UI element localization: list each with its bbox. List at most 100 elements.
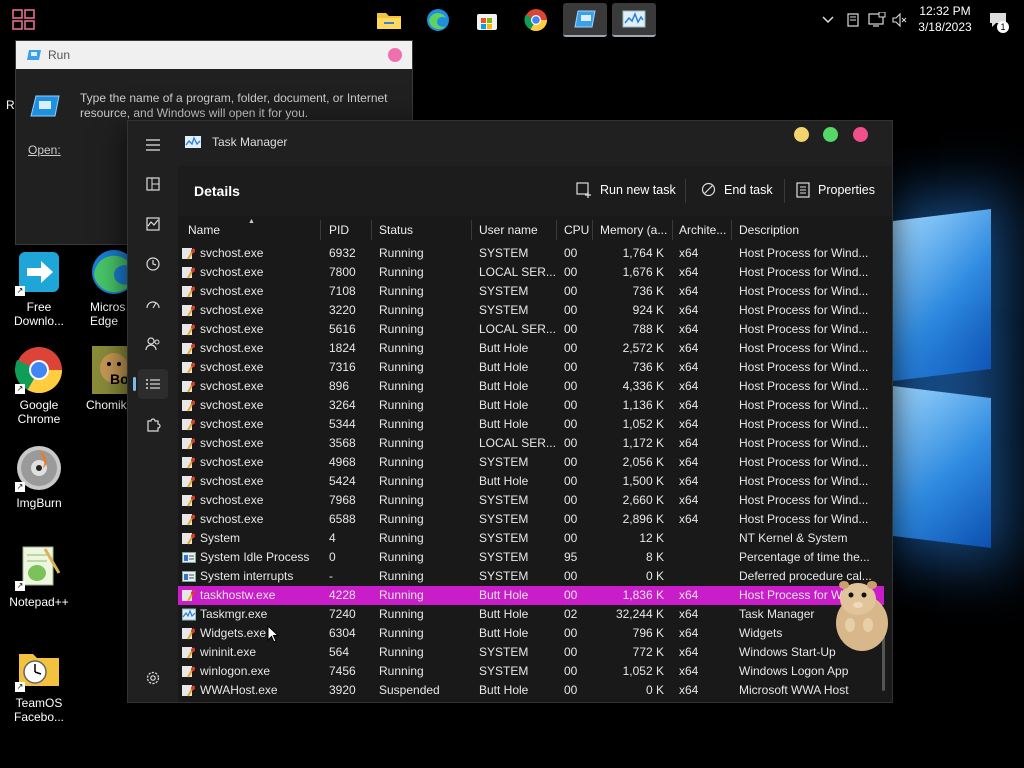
col-memory[interactable]: Memory (a... [600,223,667,237]
run-new-task-button[interactable]: Run new task [576,182,676,198]
col-cpu[interactable]: CPU [564,223,589,237]
table-row[interactable]: System Idle Process 0 Running SYSTEM 95 8 K Pe… [178,548,884,567]
col-description[interactable]: Description [739,223,799,237]
table-row[interactable]: svchost.exe 7108 Running SYSTEM 00 736 K x64 Ho… [178,282,884,301]
desktop-icon-chomik[interactable]: Bo Chomik [86,346,132,412]
table-row[interactable]: Widgets.exe 6304 Running Butt Hole 00 796 K x6… [178,624,884,643]
run-close-button[interactable] [388,48,402,62]
table-row[interactable]: svchost.exe 4968 Running SYSTEM 00 2,056 K x64… [178,453,884,472]
col-separator[interactable] [592,220,593,240]
cell-user: Butt Hole [479,588,529,602]
col-architecture[interactable]: Archite... [679,223,726,237]
nav-startup[interactable] [138,289,168,319]
nav-app-history[interactable] [138,249,168,279]
table-row[interactable]: svchost.exe 896 Running Butt Hole 00 4,336 K x… [178,377,884,396]
cell-memory: 1,676 K [622,265,664,279]
desktop-icon-imgburn[interactable]: ↗ ImgBurn [1,444,77,510]
table-row[interactable]: svchost.exe 7800 Running LOCAL SER... 00 1,67… [178,263,884,282]
col-separator[interactable] [556,220,557,240]
table-row[interactable]: svchost.exe 5344 Running Butt Hole 00 1,052 K… [178,415,884,434]
table-row[interactable]: svchost.exe 1824 Running Butt Hole 00 2,572 K… [178,339,884,358]
col-separator[interactable] [371,220,372,240]
nav-settings[interactable] [138,663,168,693]
cell-cpu: 00 [564,588,578,602]
col-separator[interactable] [731,220,732,240]
table-row[interactable]: svchost.exe 5424 Running Butt Hole 00 1,500 K… [178,472,884,491]
cell-description: Microsoft WWA Host [739,683,849,697]
tm-close-button[interactable] [853,127,868,142]
tray-tablet-icon[interactable] [843,0,863,40]
taskbar-task-manager[interactable] [612,3,656,37]
table-row[interactable]: winlogon.exe 7456 Running SYSTEM 00 1,052 K x6… [178,662,884,681]
table-row-selected[interactable]: taskhostw.exe 4228 Running Butt Hole 00 1,836… [178,586,884,605]
table-row[interactable]: svchost.exe 7968 Running SYSTEM 00 2,660 K x64… [178,491,884,510]
table-row[interactable]: svchost.exe 5616 Running LOCAL SER... 00 788 … [178,320,884,339]
tm-minimize-button[interactable] [794,127,809,142]
tray-chevron-icon[interactable] [818,0,838,40]
desktop-icon-chrome[interactable]: ↗ Google Chrome [1,346,77,426]
col-pid[interactable]: PID [329,223,349,237]
cell-name: taskhostw.exe [200,588,276,602]
table-row[interactable]: System interrupts - Running SYSTEM 00 0 K Defe… [178,567,884,586]
table-row[interactable]: svchost.exe 3220 Running SYSTEM 00 924 K x64 Ho… [178,301,884,320]
table-row[interactable]: Taskmgr.exe 7240 Running Butt Hole 02 32,244 … [178,605,884,624]
cell-name: svchost.exe [200,493,264,507]
cell-status: Running [379,550,424,564]
taskbar-run[interactable] [563,3,607,37]
col-separator[interactable] [471,220,472,240]
nav-users[interactable] [138,329,168,359]
run-titlebar[interactable]: Run [16,41,412,69]
col-separator[interactable] [672,220,673,240]
desktop-icon-edge[interactable]: Micros Edge [78,248,136,328]
end-task-button[interactable]: End task [701,182,773,197]
users-icon [145,337,160,351]
details-header: Details Run new task End task Properties [178,166,892,216]
taskbar-chrome[interactable] [514,3,558,37]
cell-memory: 1,764 K [622,246,664,260]
desktop-icon-notepadpp[interactable]: ↗ Notepad++ [1,543,77,609]
process-icon [182,437,196,450]
cell-description: Host Process for Wind... [739,360,869,374]
table-row[interactable]: svchost.exe 3264 Running Butt Hole 00 1,136 K… [178,396,884,415]
notification-center-button[interactable]: 1 [985,0,1011,40]
cell-memory: 1,172 K [622,436,664,450]
tray-network-icon[interactable] [866,0,888,40]
nav-processes[interactable] [138,169,168,199]
cell-status: Running [379,322,424,336]
col-status[interactable]: Status [379,223,413,237]
cell-name: winlogon.exe [200,664,271,678]
tray-volume-muted-icon[interactable] [890,0,910,40]
table-row[interactable]: svchost.exe 6588 Running SYSTEM 00 2,896 K x64… [178,510,884,529]
nav-performance[interactable] [138,209,168,239]
table-row[interactable]: WWAHost.exe 3920 Suspended Butt Hole 00 0 K x6… [178,681,884,700]
cell-description: Percentage of time the... [739,550,870,564]
table-row[interactable]: svchost.exe 6932 Running SYSTEM 00 1,764 K x64… [178,244,884,263]
nav-details[interactable] [133,369,168,399]
taskbar-store[interactable] [465,3,509,37]
table-row[interactable]: svchost.exe 3568 Running LOCAL SER... 00 1,17… [178,434,884,453]
notepad-icon: ↗ [15,543,63,591]
process-icon [182,665,196,678]
clock-time: 12:32 PM [919,4,971,18]
hamburger-menu-button[interactable] [138,130,168,160]
desktop-icon-teamos[interactable]: ↗ TeamOS Facebo... [1,644,77,724]
col-name[interactable]: Name [188,223,220,237]
start-button[interactable] [2,3,46,37]
properties-button[interactable]: Properties [796,182,875,198]
desktop-icon-free-download[interactable]: ↗ Free Downlo... [1,248,77,328]
tm-maximize-button[interactable] [823,127,838,142]
cell-memory: 736 K [632,284,664,298]
clock[interactable]: 12:32 PM 3/18/2023 [912,3,978,35]
taskbar-file-explorer[interactable] [367,3,411,37]
table-row[interactable]: svchost.exe 7316 Running Butt Hole 00 736 K x6… [178,358,884,377]
table-row[interactable]: System 4 Running SYSTEM 00 12 K NT Kernel & Sy… [178,529,884,548]
nav-services[interactable] [138,409,168,439]
col-user-name[interactable]: User name [479,223,538,237]
download-arrow-icon: ↗ [15,248,63,296]
cell-arch: x64 [679,284,699,298]
taskbar-edge[interactable] [416,3,460,37]
col-separator[interactable] [320,220,321,240]
cell-pid: 7316 [329,360,356,374]
table-row[interactable]: wininit.exe 564 Running SYSTEM 00 772 Kx64 Win… [178,643,884,662]
cell-memory: 772 K [632,645,664,659]
